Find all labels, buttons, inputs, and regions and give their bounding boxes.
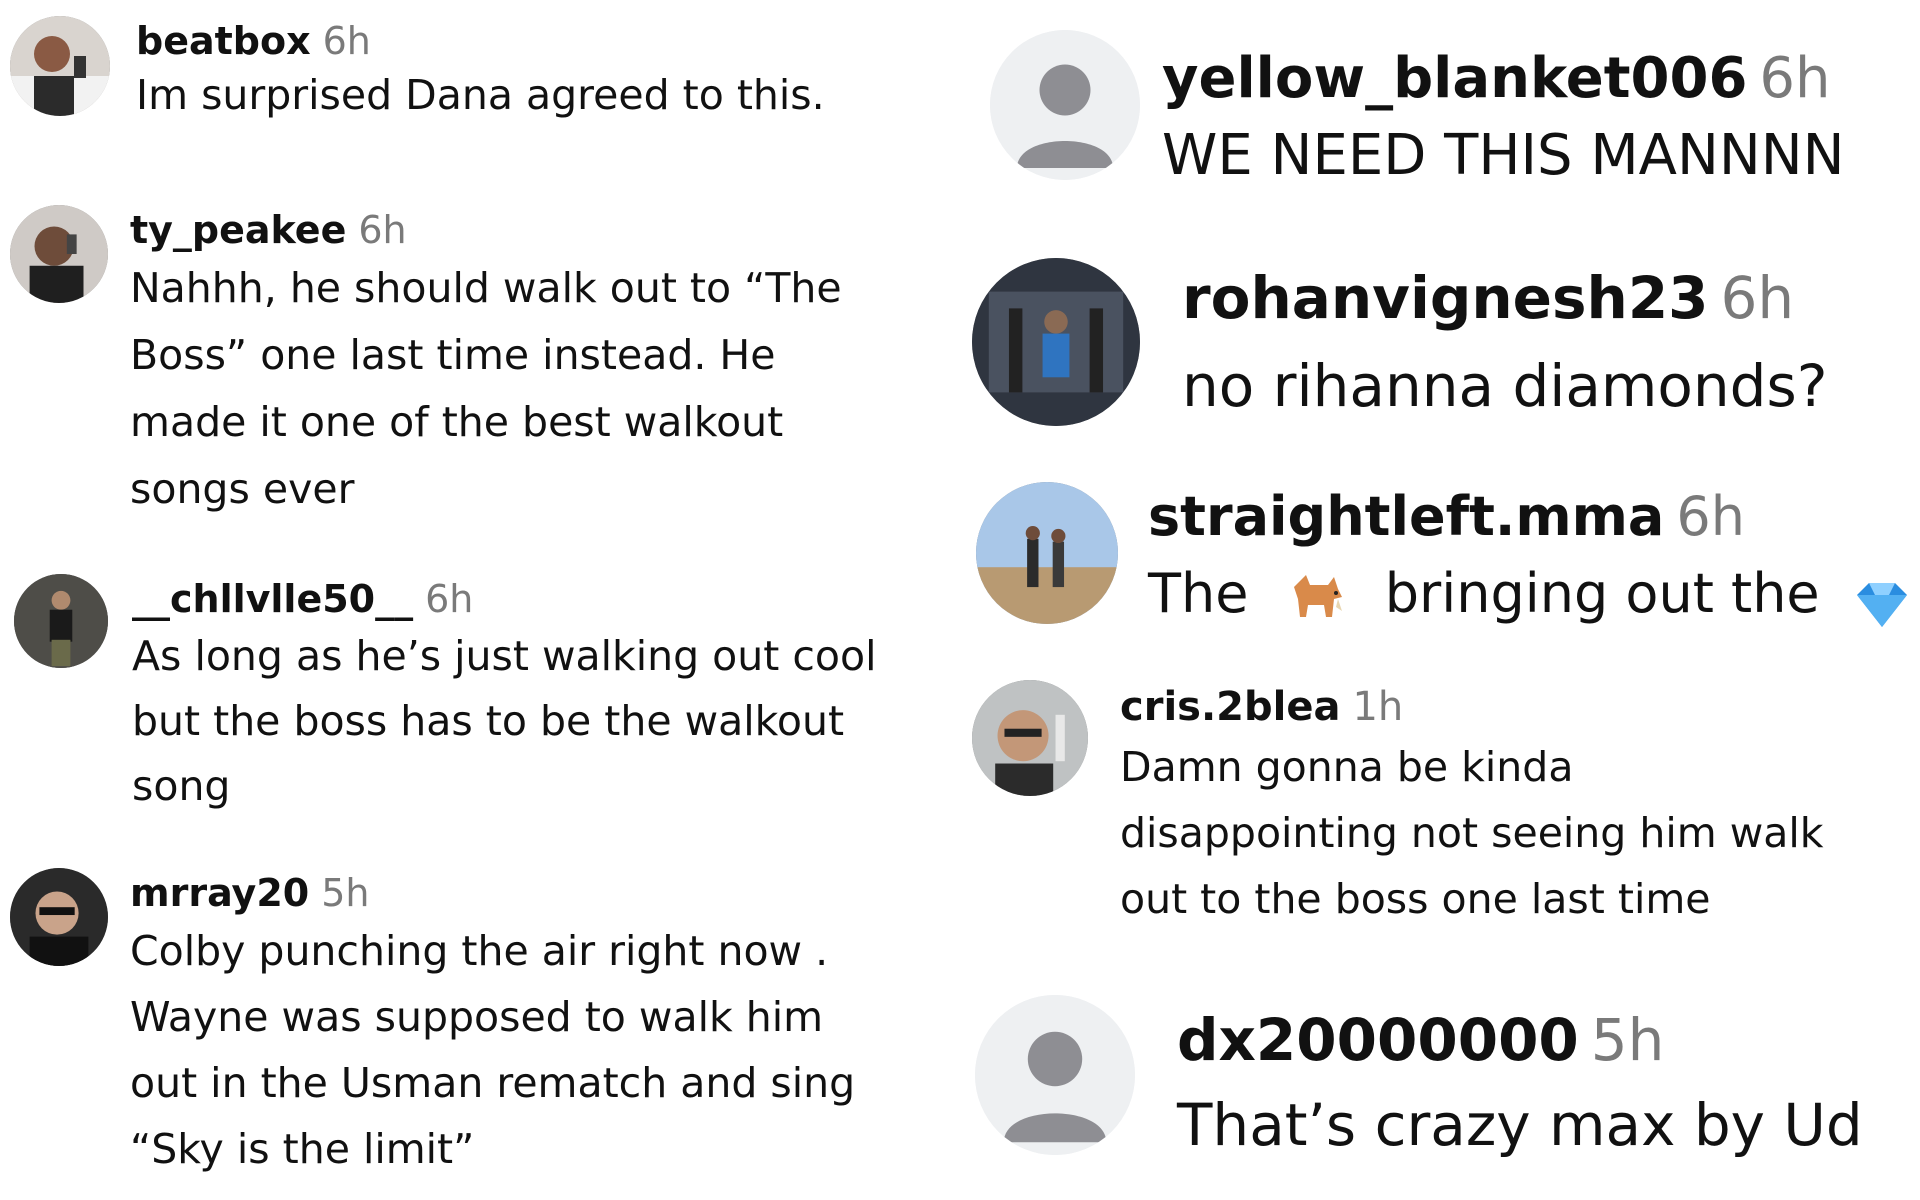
user-photo-icon — [10, 16, 110, 116]
comment-chllvlle50: __chllvlle50__ 6h As long as he’s just wa… — [14, 574, 876, 819]
avatar[interactable] — [976, 482, 1118, 624]
user-photo-icon — [10, 205, 108, 303]
timestamp: 5h — [321, 871, 370, 915]
timestamp: 1h — [1352, 684, 1404, 730]
comment-mrray20: mrray20 5h Colby punching the air right n… — [10, 868, 855, 1182]
avatar[interactable] — [972, 680, 1088, 796]
timestamp: 6h — [1676, 485, 1745, 548]
comment-text: That’s crazy max by Ud — [1177, 1091, 1863, 1159]
comment-dx20000000: dx20000000 5h That’s crazy max by Ud — [975, 995, 1863, 1171]
user-photo-icon — [972, 258, 1140, 426]
timestamp: 6h — [1720, 264, 1795, 332]
username[interactable]: dx20000000 — [1177, 1006, 1579, 1074]
username[interactable]: rohanvignesh23 — [1182, 264, 1709, 332]
comment-text: The bringing out the — [1148, 552, 1911, 636]
comment-yellow-blanket006: yellow_blanket006 6h WE NEED THIS MANNNN — [990, 30, 1845, 196]
gem-emoji-icon — [1853, 571, 1911, 628]
avatar[interactable] — [10, 205, 108, 303]
username[interactable]: yellow_blanket006 — [1162, 46, 1747, 111]
comment-straightleft-mma: straightleft.mma 6h The bringing out the — [976, 482, 1911, 636]
username[interactable]: __chllvlle50__ — [132, 577, 413, 621]
timestamp: 6h — [425, 577, 474, 621]
avatar[interactable] — [975, 995, 1135, 1155]
default-avatar-icon — [990, 30, 1140, 180]
username[interactable]: mrray20 — [130, 871, 309, 915]
username[interactable]: cris.2blea — [1120, 684, 1340, 730]
comment-cris-2blea: cris.2blea 1h Damn gonna be kinda disappo… — [972, 680, 1824, 932]
comment-text: As long as he’s just walking out cool bu… — [132, 632, 877, 810]
username[interactable]: ty_peakee — [130, 208, 346, 252]
user-photo-icon — [14, 574, 108, 668]
comment-beatbox: beatbox 6h Im surprised Dana agreed to th… — [10, 16, 825, 124]
comments-screenshot: beatbox 6h Im surprised Dana agreed to th… — [0, 0, 1920, 1200]
avatar[interactable] — [972, 258, 1140, 426]
username[interactable]: beatbox — [136, 19, 311, 63]
user-photo-icon — [976, 482, 1118, 624]
timestamp: 6h — [1759, 46, 1831, 111]
avatar[interactable] — [990, 30, 1140, 180]
user-photo-icon — [10, 868, 108, 966]
comment-text: Im surprised Dana agreed to this. — [136, 71, 825, 119]
comment-text: WE NEED THIS MANNNN — [1162, 123, 1845, 188]
user-photo-icon — [972, 680, 1088, 796]
avatar[interactable] — [10, 16, 110, 116]
timestamp: 5h — [1590, 1006, 1665, 1074]
avatar[interactable] — [14, 574, 108, 668]
username[interactable]: straightleft.mma — [1148, 485, 1664, 548]
comment-rohanvignesh23: rohanvignesh23 6h no rihanna diamonds? — [972, 258, 1827, 434]
timestamp: 6h — [322, 19, 371, 63]
comment-text: Nahhh, he should walk out to “The Boss” … — [130, 264, 842, 513]
comment-text: Colby punching the air right now . Wayne… — [130, 927, 856, 1173]
goat-emoji-icon — [1284, 567, 1350, 627]
comment-ty-peakee: ty_peakee 6h Nahhh, he should walk out to… — [10, 205, 842, 523]
timestamp: 6h — [358, 208, 407, 252]
comment-text: Damn gonna be kinda disappointing not se… — [1120, 743, 1824, 923]
comment-text: no rihanna diamonds? — [1182, 352, 1828, 420]
avatar[interactable] — [10, 868, 108, 966]
default-avatar-icon — [975, 995, 1135, 1155]
